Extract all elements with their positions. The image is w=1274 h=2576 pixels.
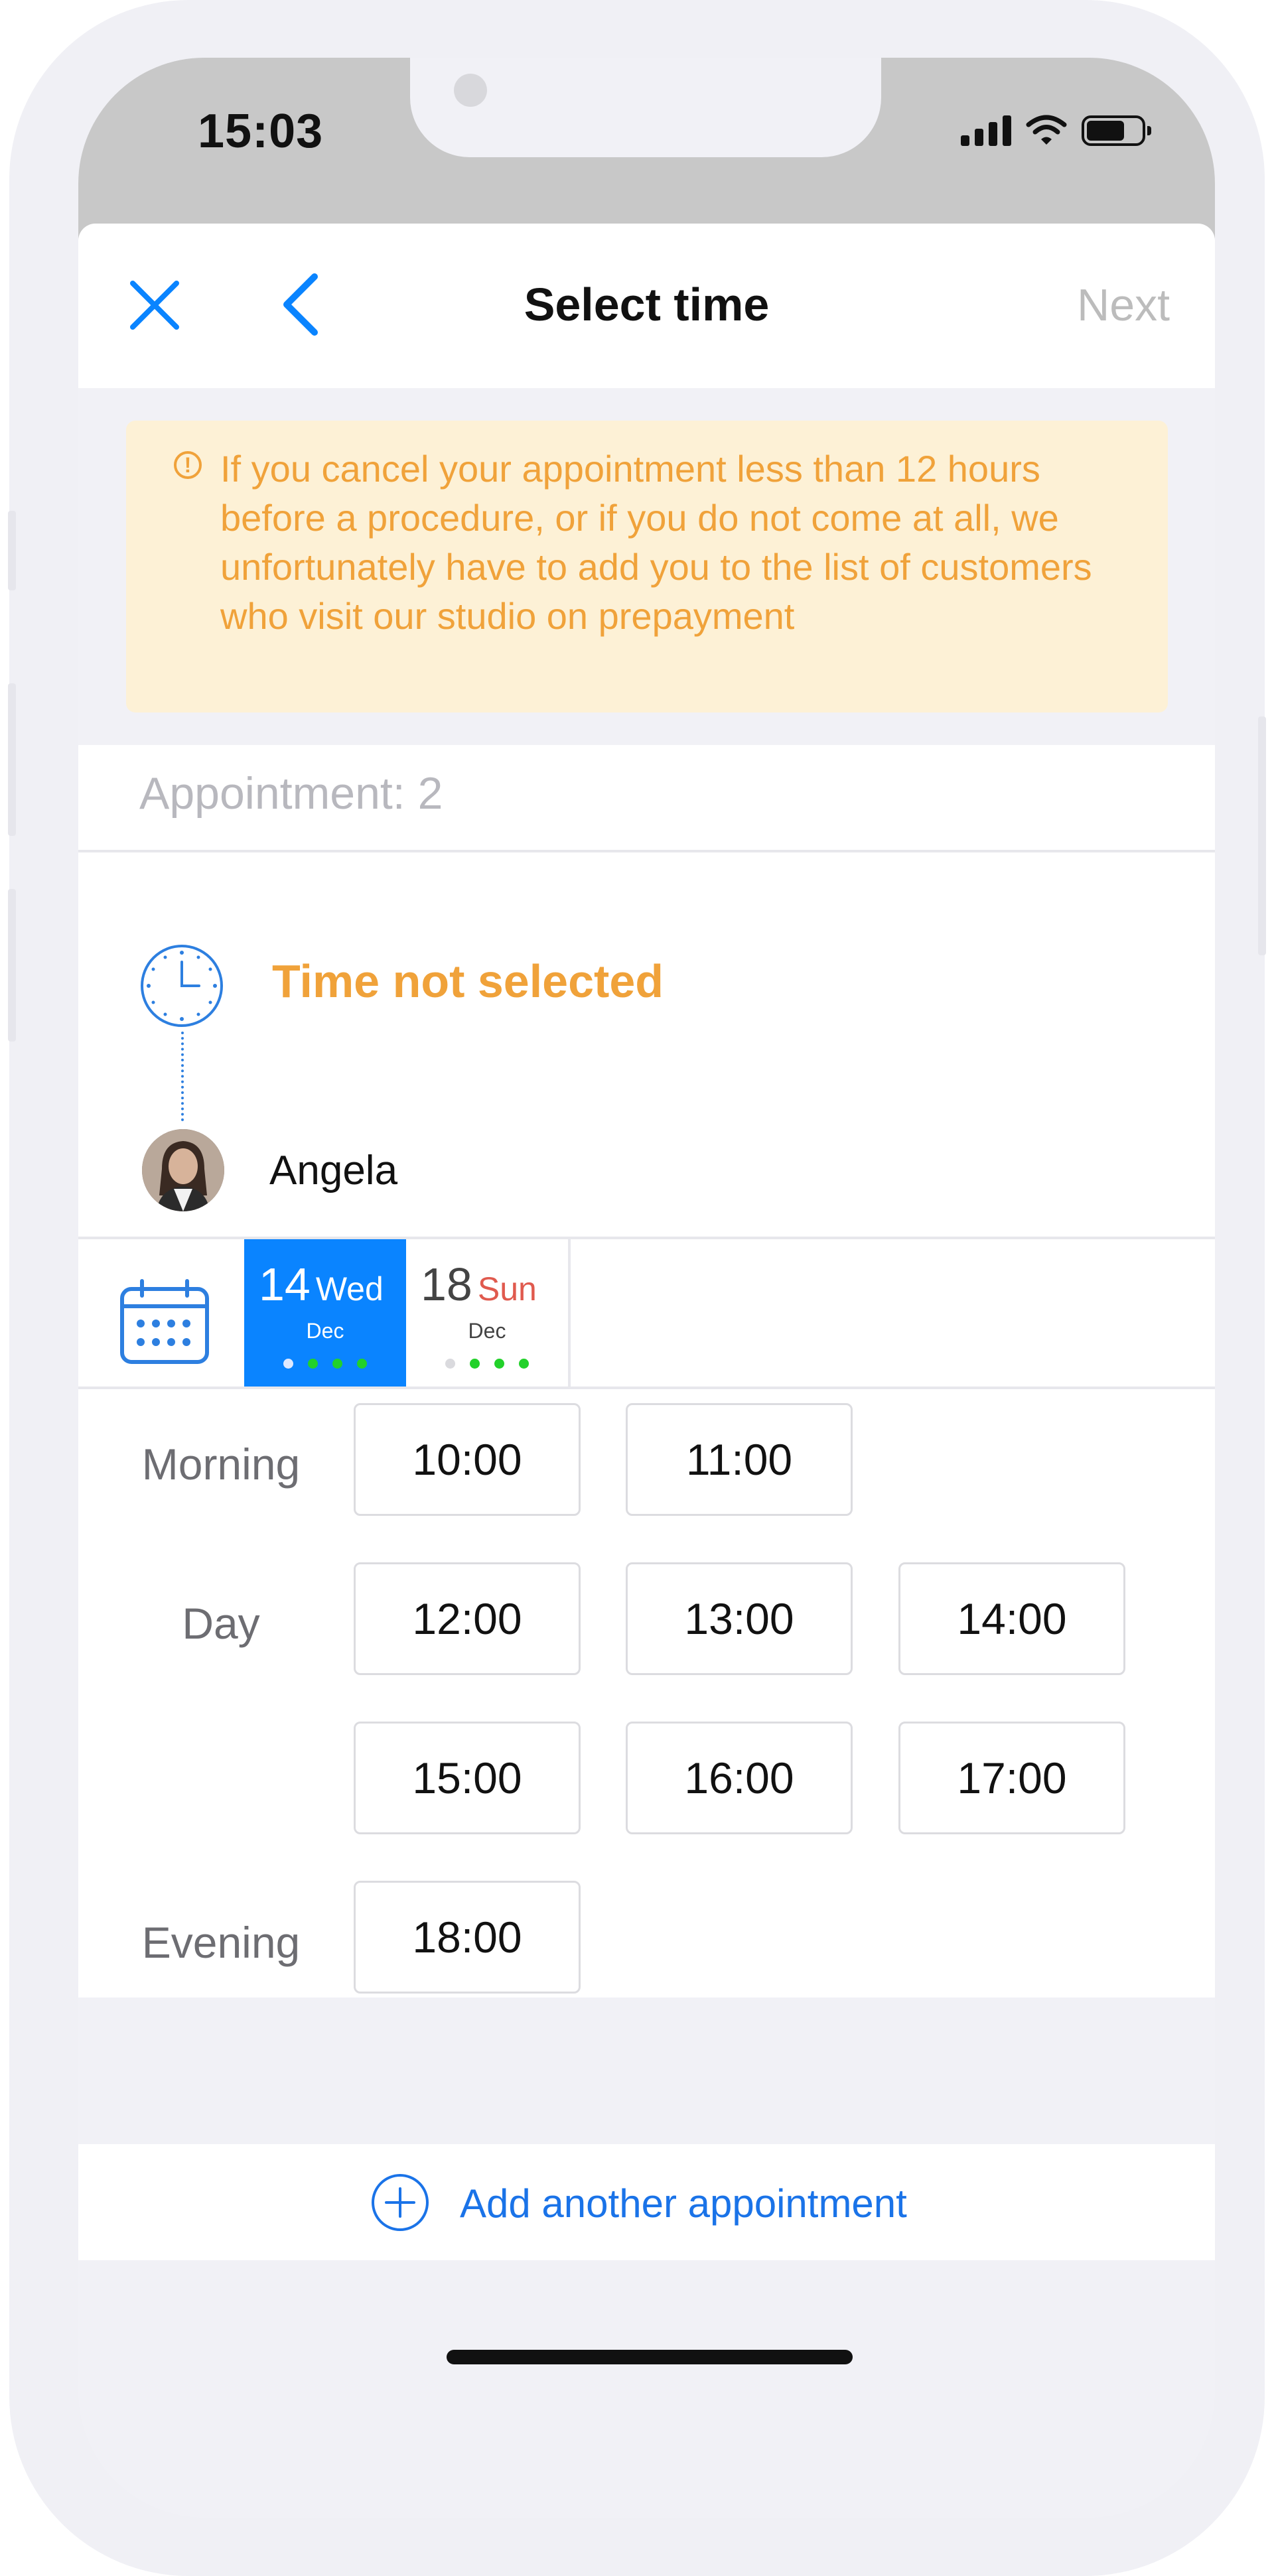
plus-circle-icon <box>372 2174 429 2231</box>
date-month: Dec <box>306 1319 344 1343</box>
status-icons <box>961 114 1151 146</box>
time-slot[interactable]: 15:00 <box>354 1722 581 1834</box>
time-slot[interactable]: 18:00 <box>354 1881 581 1994</box>
nav-bar: Select time Next <box>78 224 1215 388</box>
period-day-label: Day <box>182 1599 260 1648</box>
screen: 15:03 Select time Next ! If you cancel y… <box>78 58 1215 2518</box>
signal-icon <box>961 115 1011 146</box>
date-day-number: 14 <box>259 1258 311 1310</box>
date-tab-14-dec[interactable]: 14 Wed Dec <box>244 1239 406 1387</box>
time-slot[interactable]: 10:00 <box>354 1403 581 1516</box>
home-indicator[interactable] <box>447 2350 853 2364</box>
alert-icon: ! <box>174 451 202 479</box>
time-slot[interactable]: 11:00 <box>626 1403 853 1516</box>
time-status: Time not selected <box>272 955 664 1007</box>
wifi-icon <box>1026 115 1067 145</box>
status-time: 15:03 <box>198 105 324 158</box>
warning-text: If you cancel your appointment less than… <box>220 448 1092 637</box>
cancellation-warning: ! If you cancel your appointment less th… <box>126 421 1168 712</box>
notch <box>410 58 881 157</box>
add-appointment-label: Add another appointment <box>460 2181 907 2226</box>
timeline-connector <box>181 1032 184 1121</box>
divider <box>78 850 1215 852</box>
date-weekday: Wed <box>315 1270 384 1308</box>
time-slot[interactable]: 16:00 <box>626 1722 853 1834</box>
divider <box>78 1387 1215 1389</box>
battery-icon <box>1082 115 1151 146</box>
time-slot[interactable]: 13:00 <box>626 1562 853 1675</box>
date-month: Dec <box>468 1319 506 1343</box>
side-button <box>8 683 16 836</box>
period-morning-label: Morning <box>141 1440 301 1489</box>
clock-icon <box>141 945 223 1027</box>
next-button[interactable]: Next <box>1077 279 1170 331</box>
camera <box>454 74 487 107</box>
time-slot[interactable]: 14:00 <box>898 1562 1125 1675</box>
date-day-number: 18 <box>421 1258 472 1310</box>
time-slot[interactable]: 17:00 <box>898 1722 1125 1834</box>
date-weekday: Sun <box>477 1270 537 1308</box>
booking-sheet: Select time Next ! If you cancel your ap… <box>78 224 1215 2518</box>
time-slot[interactable]: 12:00 <box>354 1562 581 1675</box>
appointment-label: Appointment: 2 <box>139 768 443 819</box>
availability-dots <box>406 1359 568 1369</box>
availability-dots <box>244 1359 406 1369</box>
period-evening-label: Evening <box>141 1918 301 1967</box>
side-button <box>1258 716 1266 955</box>
side-button <box>8 511 16 590</box>
calendar-icon[interactable] <box>118 1278 211 1366</box>
date-tab-18-dec[interactable]: 18 Sun Dec <box>406 1239 571 1387</box>
phone-frame: 15:03 Select time Next ! If you cancel y… <box>8 0 1266 2576</box>
add-appointment-button[interactable]: Add another appointment <box>78 2144 1215 2260</box>
page-title: Select time <box>524 279 770 330</box>
master-name: Angela <box>269 1148 398 1193</box>
side-button <box>8 889 16 1042</box>
avatar <box>142 1129 224 1211</box>
